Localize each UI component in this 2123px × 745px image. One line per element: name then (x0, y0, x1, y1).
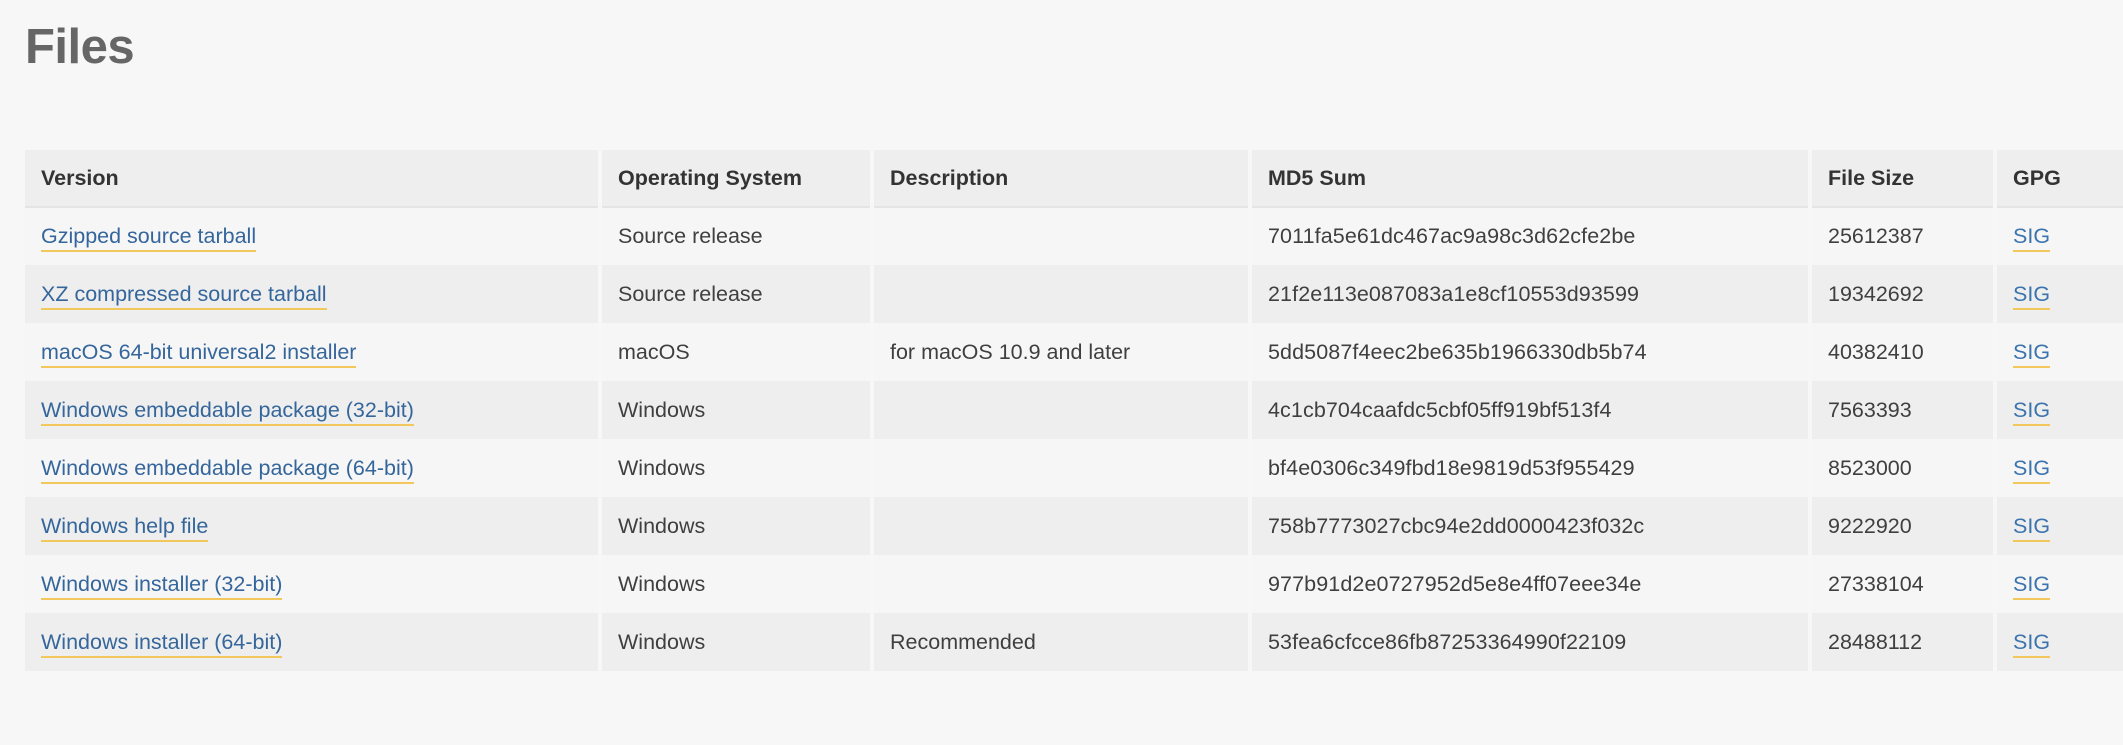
cell-gpg: SIG (1995, 555, 2123, 613)
files-table: Version Operating System Description MD5… (25, 150, 2123, 671)
cell-gpg: SIG (1995, 381, 2123, 439)
cell-operating-system: Windows (600, 497, 874, 555)
table-header-row: Version Operating System Description MD5… (25, 150, 2123, 208)
cell-description: for macOS 10.9 and later (872, 323, 1252, 381)
cell-gpg: SIG (1995, 439, 2123, 497)
files-table-body: Gzipped source tarball Source release 7011… (25, 207, 2123, 671)
cell-md5-sum: 758b7773027cbc94e2dd0000423f032c (1250, 497, 1812, 555)
cell-file-size: 7563393 (1810, 381, 1997, 439)
cell-operating-system: Source release (600, 207, 874, 265)
page-title: Files (25, 20, 135, 74)
table-row: Windows embeddable package (64-bit) Windo… (25, 439, 2123, 497)
cell-operating-system: Windows (600, 613, 874, 671)
download-link[interactable]: macOS 64-bit universal2 installer (41, 339, 357, 368)
cell-description (872, 381, 1252, 439)
column-header-version: Version (25, 150, 602, 208)
table-row: Windows help file Windows 758b7773027cbc94… (25, 497, 2123, 555)
cell-file-size: 27338104 (1810, 555, 1997, 613)
cell-description (872, 555, 1252, 613)
cell-md5-sum: 5dd5087f4eec2be635b1966330db5b74 (1250, 323, 1812, 381)
cell-md5-sum: 7011fa5e61dc467ac9a98c3d62cfe2be (1250, 207, 1812, 265)
files-page: Files Version Operating System Descripti… (0, 0, 2123, 745)
cell-gpg: SIG (1995, 613, 2123, 671)
cell-file-size: 9222920 (1810, 497, 1997, 555)
cell-description: Recommended (872, 613, 1252, 671)
gpg-sig-link[interactable]: SIG (2013, 224, 2051, 252)
cell-file-size: 8523000 (1810, 439, 1997, 497)
cell-gpg: SIG (1995, 207, 2123, 265)
files-table-head: Version Operating System Description MD5… (25, 150, 2123, 208)
cell-md5-sum: 21f2e113e087083a1e8cf10553d93599 (1250, 265, 1812, 323)
cell-version: Windows embeddable package (32-bit) (25, 381, 602, 439)
download-link[interactable]: Windows embeddable package (64-bit) (41, 455, 414, 484)
column-header-gpg: GPG (1995, 150, 2123, 208)
cell-description (872, 497, 1252, 555)
column-header-md5: MD5 Sum (1250, 150, 1812, 208)
cell-operating-system: Windows (600, 439, 874, 497)
cell-operating-system: Source release (600, 265, 874, 323)
cell-gpg: SIG (1995, 265, 2123, 323)
download-link[interactable]: Windows embeddable package (32-bit) (41, 397, 414, 426)
cell-operating-system: macOS (600, 323, 874, 381)
download-link[interactable]: Gzipped source tarball (41, 224, 257, 252)
cell-version: macOS 64-bit universal2 installer (25, 323, 602, 381)
cell-description (872, 207, 1252, 265)
cell-md5-sum: 4c1cb704caafdc5cbf05ff919bf513f4 (1250, 381, 1812, 439)
cell-description (872, 439, 1252, 497)
cell-version: XZ compressed source tarball (25, 265, 602, 323)
table-row: Windows installer (64-bit) Windows Recomme… (25, 613, 2123, 671)
download-link[interactable]: Windows help file (41, 513, 209, 542)
cell-version: Windows installer (32-bit) (25, 555, 602, 613)
cell-operating-system: Windows (600, 555, 874, 613)
cell-file-size: 25612387 (1810, 207, 1997, 265)
cell-version: Windows installer (64-bit) (25, 613, 602, 671)
table-row: Windows embeddable package (32-bit) Windo… (25, 381, 2123, 439)
cell-file-size: 19342692 (1810, 265, 1997, 323)
cell-md5-sum: bf4e0306c349fbd18e9819d53f955429 (1250, 439, 1812, 497)
gpg-sig-link[interactable]: SIG (2013, 629, 2051, 658)
files-table-container: Version Operating System Description MD5… (25, 150, 2123, 671)
gpg-sig-link[interactable]: SIG (2013, 571, 2051, 600)
download-link[interactable]: Windows installer (32-bit) (41, 571, 283, 600)
cell-version: Gzipped source tarball (25, 207, 602, 265)
table-row: macOS 64-bit universal2 installer macOS fo… (25, 323, 2123, 381)
cell-version: Windows help file (25, 497, 602, 555)
gpg-sig-link[interactable]: SIG (2013, 281, 2051, 310)
cell-description (872, 265, 1252, 323)
cell-version: Windows embeddable package (64-bit) (25, 439, 602, 497)
table-row: Gzipped source tarball Source release 7011… (25, 207, 2123, 265)
column-header-description: Description (872, 150, 1252, 208)
cell-gpg: SIG (1995, 497, 2123, 555)
gpg-sig-link[interactable]: SIG (2013, 455, 2051, 484)
cell-operating-system: Windows (600, 381, 874, 439)
gpg-sig-link[interactable]: SIG (2013, 513, 2051, 542)
gpg-sig-link[interactable]: SIG (2013, 397, 2051, 426)
download-link[interactable]: XZ compressed source tarball (41, 281, 327, 310)
gpg-sig-link[interactable]: SIG (2013, 339, 2051, 368)
table-row: XZ compressed source tarball Source relea… (25, 265, 2123, 323)
column-header-os: Operating System (600, 150, 874, 208)
download-link[interactable]: Windows installer (64-bit) (41, 629, 283, 658)
cell-gpg: SIG (1995, 323, 2123, 381)
cell-file-size: 40382410 (1810, 323, 1997, 381)
cell-file-size: 28488112 (1810, 613, 1997, 671)
column-header-filesize: File Size (1810, 150, 1997, 208)
cell-md5-sum: 53fea6cfcce86fb87253364990f22109 (1250, 613, 1812, 671)
table-row: Windows installer (32-bit) Windows 977b91d… (25, 555, 2123, 613)
cell-md5-sum: 977b91d2e0727952d5e8e4ff07eee34e (1250, 555, 1812, 613)
